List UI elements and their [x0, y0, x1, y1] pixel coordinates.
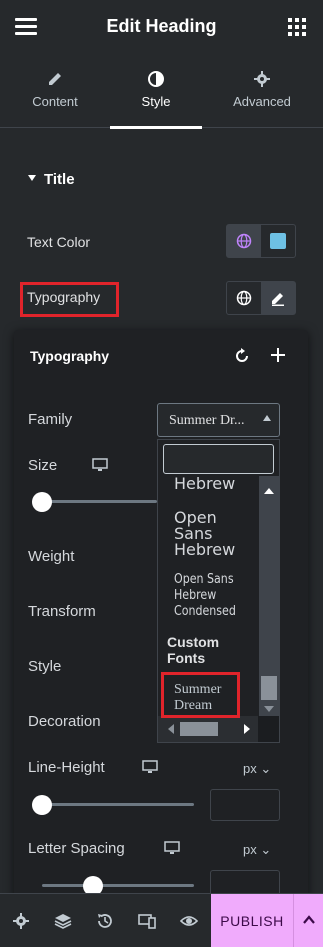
section-title-label: Title [44, 171, 75, 188]
chevron-down-icon: ⌄ [260, 761, 272, 776]
global-typography-button[interactable] [227, 282, 261, 314]
layers-icon[interactable] [54, 912, 72, 930]
family-label: Family [28, 411, 73, 428]
tab-content[interactable]: Content [5, 56, 105, 128]
editor-header: Edit Heading [0, 0, 323, 56]
typography-popover-title: Typography [30, 348, 110, 364]
section-title-toggle[interactable]: Title [28, 171, 75, 188]
font-family-value: Summer Dr... [169, 413, 245, 428]
scroll-left-arrow-icon[interactable] [168, 724, 174, 734]
publish-button[interactable]: PUBLISH [211, 894, 293, 947]
style-label: Style [28, 658, 62, 675]
size-slider-thumb[interactable] [32, 492, 52, 512]
scrollbar-thumb[interactable] [261, 676, 277, 700]
highlight-box-summer-dream [161, 672, 240, 718]
color-picker-button[interactable] [261, 225, 295, 257]
panel-title: Edit Heading [106, 16, 217, 36]
publish-options-button[interactable] [293, 894, 323, 947]
eye-icon[interactable] [180, 912, 198, 930]
horizontal-scroll-thumb[interactable] [180, 722, 218, 736]
tab-content-label: Content [32, 94, 78, 109]
letter-spacing-unit-select[interactable]: px ⌄ [243, 842, 271, 858]
text-color-control[interactable] [226, 224, 296, 258]
globe-icon [236, 233, 252, 249]
caret-up-icon [263, 415, 271, 421]
font-group-label: Custom Fonts [167, 634, 220, 666]
line-height-label: Line-Height [28, 759, 105, 776]
font-family-select[interactable]: Summer Dr... [157, 403, 280, 437]
global-colors-button[interactable] [227, 225, 261, 257]
weight-label: Weight [28, 548, 75, 565]
highlight-box-typography [20, 282, 119, 317]
font-option[interactable]: Hebrew [174, 476, 235, 492]
chevron-up-icon [303, 915, 315, 924]
desktop-icon[interactable] [92, 458, 108, 472]
transform-label: Transform [28, 603, 96, 620]
gear-icon [254, 71, 270, 87]
line-height-slider-track[interactable] [42, 803, 194, 806]
responsive-mode-icon[interactable] [138, 912, 156, 930]
text-color-label: Text Color [27, 234, 91, 250]
letter-spacing-slider-track[interactable] [42, 884, 194, 887]
chevron-down-icon: ⌄ [260, 842, 272, 857]
half-circle-icon [148, 71, 164, 87]
typography-control[interactable] [226, 281, 296, 315]
globe-icon [236, 290, 252, 306]
tab-style[interactable]: Style [110, 56, 202, 129]
tab-style-label: Style [141, 94, 171, 109]
scroll-up-arrow-icon[interactable] [264, 488, 274, 494]
line-height-input[interactable] [210, 789, 280, 821]
size-slider-track[interactable] [42, 500, 157, 503]
horizontal-scrollbar[interactable] [158, 716, 279, 742]
decoration-label: Decoration [28, 713, 101, 730]
scroll-right-arrow-icon[interactable] [244, 724, 250, 734]
line-height-unit: px [243, 761, 257, 776]
line-height-unit-select[interactable]: px ⌄ [243, 761, 271, 777]
size-label: Size [28, 457, 58, 474]
pencil-icon [49, 73, 61, 85]
scroll-corner [258, 716, 279, 742]
desktop-icon[interactable] [164, 841, 180, 855]
letter-spacing-unit: px [243, 842, 257, 857]
settings-gear-icon[interactable] [12, 912, 30, 930]
tab-advanced[interactable]: Advanced [212, 56, 312, 128]
edit-typography-button[interactable] [261, 282, 295, 314]
reset-icon[interactable] [234, 348, 250, 364]
scroll-down-arrow-icon[interactable] [264, 706, 274, 712]
panel-tabs: Content Style Advanced [0, 56, 323, 129]
color-swatch [270, 233, 286, 249]
pencil-icon [272, 293, 284, 306]
font-search-input[interactable] [163, 444, 274, 474]
tab-advanced-label: Advanced [233, 94, 291, 109]
font-option[interactable]: Open Sans Hebrew [174, 510, 235, 558]
history-icon[interactable] [96, 912, 114, 930]
grid-apps-icon[interactable] [288, 18, 306, 36]
line-height-slider-thumb[interactable] [32, 795, 52, 815]
dropdown-scrollbar[interactable] [259, 476, 279, 716]
letter-spacing-label: Letter Spacing [28, 840, 125, 857]
caret-down-icon [28, 175, 36, 181]
font-option[interactable]: Open Sans Hebrew Condensed [174, 572, 242, 620]
desktop-icon[interactable] [142, 760, 158, 774]
editor-footer: PUBLISH [0, 893, 323, 947]
plus-icon[interactable] [270, 347, 286, 363]
